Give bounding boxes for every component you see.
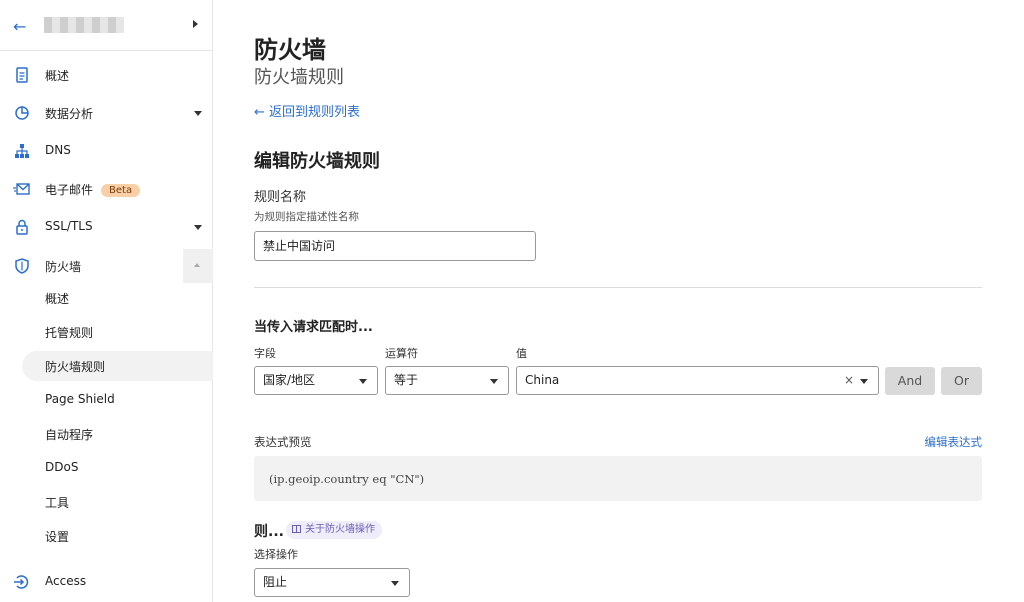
sidebar-item-firewall[interactable]: 防火墙 bbox=[0, 249, 213, 283]
sidebar-subitem-firewall-rules[interactable]: 防火墙规则 bbox=[22, 351, 213, 381]
chevron-down-icon bbox=[490, 379, 498, 384]
about-firewall-actions-link[interactable]: 关于防火墙操作 bbox=[286, 521, 382, 539]
rule-name-hint: 为规则指定描述性名称 bbox=[254, 211, 359, 223]
rule-name-input[interactable]: 禁止中国访问 bbox=[254, 231, 536, 261]
main-content: 防火墙 防火墙规则 ← 返回到规则列表 编辑防火墙规则 规则名称 为规则指定描述… bbox=[214, 0, 1024, 602]
expression-preview-label: 表达式预览 bbox=[254, 435, 312, 449]
action-select[interactable]: 阻止 bbox=[254, 568, 410, 597]
chevron-down-icon bbox=[194, 111, 202, 116]
page-title: 防火墙 bbox=[254, 36, 326, 64]
sidebar-subitem-ddos[interactable]: DDoS bbox=[0, 453, 213, 483]
field-select-value: 国家/地区 bbox=[263, 373, 316, 387]
lock-icon bbox=[13, 218, 31, 236]
sidebar-item-label: 设置 bbox=[45, 530, 70, 544]
section-title: 编辑防火墙规则 bbox=[254, 151, 380, 172]
match-title: 当传入请求匹配时... bbox=[254, 320, 373, 335]
sidebar-subitem-tools[interactable]: 工具 bbox=[0, 487, 213, 517]
sidebar-item-label: 工具 bbox=[45, 496, 70, 510]
email-icon bbox=[13, 180, 31, 198]
shield-icon bbox=[13, 257, 31, 275]
sidebar-subitem-bots[interactable]: 自动程序 bbox=[0, 419, 213, 449]
about-link-label: 关于防火墙操作 bbox=[305, 524, 375, 535]
sidebar-item-label: 防火墙 bbox=[45, 260, 82, 274]
sidebar-item-label: 概述 bbox=[45, 69, 70, 83]
sidebar-item-label: Access bbox=[45, 574, 87, 588]
field-select[interactable]: 国家/地区 bbox=[254, 366, 378, 395]
sidebar-subitem-page-shield[interactable]: Page Shield bbox=[0, 385, 213, 415]
document-icon bbox=[13, 66, 31, 84]
arrow-left-icon[interactable]: ← bbox=[13, 17, 26, 36]
rule-name-label: 规则名称 bbox=[254, 190, 307, 205]
network-icon bbox=[13, 142, 31, 160]
book-icon bbox=[292, 525, 301, 533]
sidebar-item-analytics[interactable]: 数据分析 bbox=[0, 96, 213, 130]
expression-text: (ip.geoip.country eq "CN") bbox=[269, 472, 425, 486]
divider bbox=[254, 287, 982, 288]
value-label: 值 bbox=[516, 347, 527, 360]
value-select-value: China bbox=[525, 373, 560, 387]
access-icon bbox=[13, 573, 31, 591]
sidebar-item-access[interactable]: Access bbox=[0, 565, 213, 599]
operator-select[interactable]: 等于 bbox=[385, 366, 509, 395]
then-label: 则... bbox=[254, 524, 284, 540]
sidebar-item-label: 托管规则 bbox=[45, 326, 94, 340]
action-label: 选择操作 bbox=[254, 548, 298, 561]
chevron-down-icon bbox=[359, 379, 367, 384]
clear-icon[interactable]: × bbox=[844, 367, 854, 394]
sidebar-subitem-overview[interactable]: 概述 bbox=[0, 283, 213, 313]
chevron-down-icon bbox=[391, 581, 399, 586]
operator-label: 运算符 bbox=[385, 347, 418, 360]
sidebar-subitem-settings[interactable]: 设置 bbox=[0, 521, 213, 551]
sidebar-item-label: 防火墙规则 bbox=[45, 360, 106, 374]
chevron-down-icon bbox=[860, 379, 868, 384]
sidebar-item-label: DDoS bbox=[45, 460, 79, 474]
sidebar-item-label: DNS bbox=[45, 143, 71, 157]
or-button[interactable]: Or bbox=[941, 367, 982, 395]
sidebar-item-email[interactable]: 电子邮件 Beta bbox=[0, 172, 213, 206]
chevron-right-icon[interactable] bbox=[193, 20, 198, 28]
sidebar-item-dns[interactable]: DNS bbox=[0, 134, 213, 168]
expression-preview: (ip.geoip.country eq "CN") bbox=[254, 456, 982, 501]
chevron-up-icon bbox=[194, 263, 200, 267]
chevron-down-icon bbox=[194, 225, 202, 230]
sidebar-item-label: 概述 bbox=[45, 292, 70, 306]
action-select-value: 阻止 bbox=[263, 575, 288, 589]
sidebar: ← 概述 数据分析 DNS 电子邮件 Beta SSL/TLS 防火墙 概述 托… bbox=[0, 0, 213, 602]
sidebar-item-label: 自动程序 bbox=[45, 428, 94, 442]
operator-select-value: 等于 bbox=[394, 373, 419, 387]
sidebar-item-label: 数据分析 bbox=[45, 107, 94, 121]
edit-expression-link[interactable]: 编辑表达式 bbox=[925, 434, 983, 450]
sidebar-item-label: SSL/TLS bbox=[45, 219, 93, 233]
collapse-toggle[interactable] bbox=[183, 249, 213, 283]
beta-badge: Beta bbox=[101, 184, 141, 197]
sidebar-item-ssl-tls[interactable]: SSL/TLS bbox=[0, 210, 213, 244]
pie-chart-icon bbox=[13, 104, 31, 122]
and-button[interactable]: And bbox=[885, 367, 935, 395]
account-switcher[interactable]: ← bbox=[0, 0, 213, 51]
page-subtitle: 防火墙规则 bbox=[254, 67, 344, 88]
sidebar-item-overview[interactable]: 概述 bbox=[0, 58, 213, 92]
back-to-rules-link[interactable]: ← 返回到规则列表 bbox=[254, 101, 360, 120]
app: ← 概述 数据分析 DNS 电子邮件 Beta SSL/TLS 防火墙 概述 托… bbox=[0, 0, 1024, 602]
value-select[interactable]: China × bbox=[516, 366, 879, 395]
sidebar-item-label: 电子邮件 Beta bbox=[45, 181, 141, 198]
sidebar-item-label: Page Shield bbox=[45, 392, 115, 406]
account-name-redacted bbox=[44, 17, 124, 33]
field-label: 字段 bbox=[254, 347, 276, 360]
sidebar-subitem-managed-rules[interactable]: 托管规则 bbox=[0, 317, 213, 347]
